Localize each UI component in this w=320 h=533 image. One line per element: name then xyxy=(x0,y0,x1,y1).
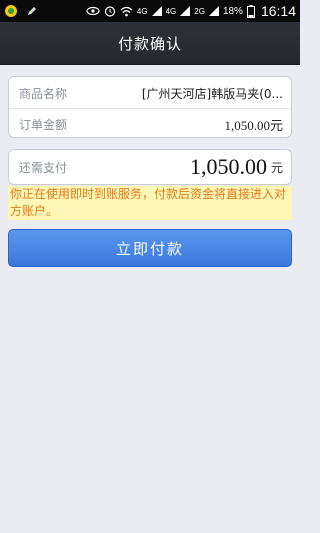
order-amount-value: 1,050.00元 xyxy=(224,117,283,133)
edit-icon xyxy=(26,5,38,17)
status-bar-left xyxy=(4,3,38,19)
clock: 16:14 xyxy=(260,3,296,19)
page-title: 付款确认 xyxy=(117,34,182,53)
product-value: [广州天河店]韩版马夹(0... xyxy=(141,87,283,101)
network-type-b: 4G xyxy=(165,6,177,16)
wifi-icon xyxy=(120,6,133,17)
battery-percent: 18% xyxy=(222,5,243,17)
payment-due-unit: 元 xyxy=(270,160,283,175)
network-type-a: 4G xyxy=(136,6,148,16)
product-label: 商品名称 xyxy=(19,87,68,101)
app-notification-icon xyxy=(4,4,18,18)
signal-icon xyxy=(151,6,162,16)
signal-icon xyxy=(180,6,191,16)
product-row: 商品名称 [广州天河店]韩版马夹(0... xyxy=(9,79,291,109)
payment-due-label: 还需支付 xyxy=(19,160,68,175)
alarm-icon xyxy=(104,5,116,17)
status-bar-right: 4G 4G 2G 18% 16:14 xyxy=(86,0,296,22)
order-amount-label: 订单金额 xyxy=(19,117,68,132)
payment-due-row: 还需支付 1,050.00 元 xyxy=(9,150,291,184)
title-bar: 付款确认 xyxy=(0,22,300,65)
payment-due-card: 还需支付 1,050.00 元 xyxy=(8,149,292,185)
status-bar: 4G 4G 2G 18% 16:14 xyxy=(0,0,300,22)
payment-due-amount: 1,050.00 xyxy=(189,154,267,179)
instant-payment-notice: 你正在使用即时到账服务，付款后资金将直接进入对方账户。 xyxy=(8,186,292,220)
network-type-c: 2G xyxy=(194,6,205,16)
signal-icon xyxy=(208,6,219,16)
order-info-card: 商品名称 [广州天河店]韩版马夹(0... 订单金额 1,050.00元 xyxy=(8,76,292,138)
pay-now-button[interactable]: 立即付款 xyxy=(8,229,292,267)
battery-icon xyxy=(246,4,255,18)
eye-icon xyxy=(86,6,100,16)
order-amount-row: 订单金额 1,050.00元 xyxy=(9,109,291,139)
